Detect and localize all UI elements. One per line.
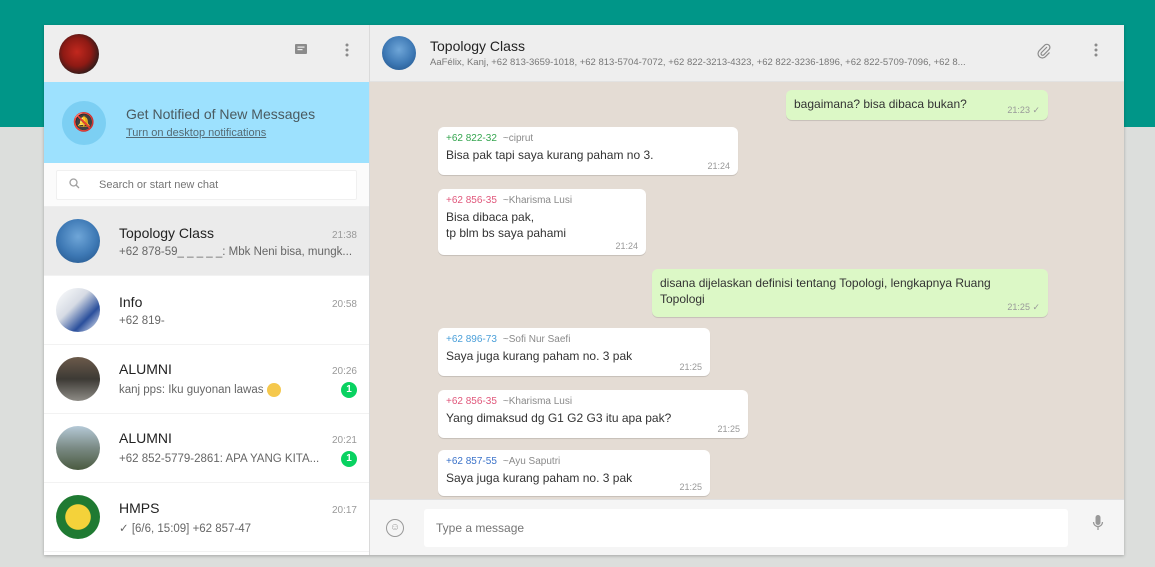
message-time: 21:25: [679, 362, 702, 372]
chat-time: 20:21: [331, 434, 357, 446]
message-bubble-incoming[interactable]: +62 856-35 ~Kharisma Lusi Bisa dibaca pak…: [438, 189, 646, 255]
sender-number: +62 857-55: [446, 456, 497, 467]
chat-name: ALUMNI: [119, 360, 172, 377]
kebab-menu-icon[interactable]: [337, 43, 357, 63]
message-bubble-incoming[interactable]: +62 822-32 ~ciprut Bisa pak tapi saya kur…: [438, 127, 738, 175]
chat-list: Topology Class 21:38 +62 878-59_ _ _ _ _…: [44, 207, 369, 552]
sender-number: +62 856-35: [446, 195, 497, 206]
search-icon: [69, 178, 87, 192]
message-time: 21:25 ✓: [1007, 302, 1040, 312]
list-item[interactable]: ALUMNI 20:26 kanj pps: Iku guyonan lawas…: [44, 345, 369, 414]
chat-preview: ✓ [6/6, 15:09] +62 857-47: [119, 522, 252, 535]
avatar[interactable]: [382, 36, 416, 70]
whatsapp-web-app: 🔕 Get Notified of New Messages Turn on d…: [44, 25, 1124, 555]
message-time: 21:25: [717, 424, 740, 434]
message-text: Saya juga kurang paham no. 3 pak: [446, 471, 633, 485]
message-time: 21:25: [679, 482, 702, 492]
notification-title: Get Notified of New Messages: [126, 106, 316, 122]
member-list: AaFélix, Kanj, +62 813-3659-1018, +62 81…: [430, 57, 966, 68]
chat-time: 21:38: [331, 229, 357, 241]
search-bar: [44, 163, 369, 207]
message-bubble-incoming[interactable]: +62 896-73 ~Sofi Nur Saefi Saya juga kura…: [438, 328, 710, 376]
unread-badge: 1: [341, 450, 357, 467]
avatar: [56, 426, 100, 470]
chat-preview: kanj pps: Iku guyonan lawas: [119, 382, 281, 397]
sidebar-header: [44, 25, 369, 82]
chat-name: Info: [119, 293, 143, 310]
chat-name: ALUMNI: [119, 429, 172, 446]
chat-time: 20:26: [331, 365, 357, 377]
conversation-header[interactable]: Topology Class AaFélix, Kanj, +62 813-36…: [370, 25, 1124, 82]
list-item[interactable]: ALUMNI 20:21 +62 852-5779-2861: APA YANG…: [44, 414, 369, 483]
list-item[interactable]: HMPS 20:17 ✓ [6/6, 15:09] +62 857-47: [44, 483, 369, 552]
unread-badge: 1: [341, 381, 357, 398]
message-input[interactable]: [436, 520, 1068, 535]
notification-link[interactable]: Turn on desktop notifications: [126, 127, 315, 139]
message-bubble-incoming[interactable]: +62 856-35 ~Kharisma Lusi Yang dimaksud d…: [438, 390, 748, 438]
kebab-menu-icon[interactable]: [1086, 43, 1106, 65]
smiley-icon[interactable]: ☺: [386, 518, 404, 537]
message-text: bagaimana? bisa dibaca bukan?: [794, 97, 967, 111]
list-item[interactable]: Topology Class 21:38 +62 878-59_ _ _ _ _…: [44, 207, 369, 276]
sidebar: 🔕 Get Notified of New Messages Turn on d…: [44, 25, 370, 555]
conversation-title: Topology Class: [430, 38, 525, 54]
message-text: Bisa pak tapi saya kurang paham no 3.: [446, 148, 654, 162]
message-text: Yang dimaksud dg G1 G2 G3 itu apa pak?: [446, 411, 672, 425]
chat-icon[interactable]: [291, 43, 311, 63]
sender-name: ~Kharisma Lusi: [502, 396, 573, 407]
grin-emoji-icon: [266, 382, 281, 397]
avatar: [56, 495, 100, 539]
message-area[interactable]: bagaimana? bisa dibaca bukan? 21:23 ✓ +6…: [370, 82, 1124, 499]
chat-preview: +62 819-: [119, 314, 165, 327]
sender-number: +62 822-32: [446, 133, 497, 144]
sender-name: ~Sofi Nur Saefi: [502, 334, 571, 345]
sender-name: ~ciprut: [502, 133, 534, 144]
sender-number: +62 896-73: [446, 334, 497, 345]
message-text: Saya juga kurang paham no. 3 pak: [446, 349, 633, 363]
conversation-pane: Topology Class AaFélix, Kanj, +62 813-36…: [370, 25, 1124, 555]
message-bubble-incoming[interactable]: +62 857-55 ~Ayu Saputri Saya juga kurang …: [438, 450, 710, 496]
chat-preview: +62 878-59_ _ _ _ _: Mbk Neni bisa, mung…: [119, 245, 353, 258]
chat-name: HMPS: [119, 499, 160, 516]
avatar: [56, 219, 100, 263]
search-input[interactable]: [99, 179, 329, 191]
compose-bar: ☺: [370, 499, 1124, 555]
chat-name: Topology Class: [119, 224, 214, 241]
bell-off-icon: 🔕: [62, 100, 106, 145]
paperclip-icon[interactable]: [1034, 43, 1054, 65]
notification-banner[interactable]: 🔕 Get Notified of New Messages Turn on d…: [44, 82, 369, 163]
message-text: Bisa dibaca pak, tp blm bs saya pahami: [446, 210, 567, 240]
avatar: [56, 357, 100, 401]
chat-time: 20:17: [331, 504, 357, 516]
avatar: [56, 288, 100, 332]
chat-preview: +62 852-5779-2861: APA YANG KITA...: [119, 452, 320, 465]
message-time: 21:24: [615, 241, 638, 251]
sender-name: ~Kharisma Lusi: [502, 195, 573, 206]
microphone-icon[interactable]: [1092, 514, 1104, 537]
sender-number: +62 856-35: [446, 396, 497, 407]
avatar[interactable]: [59, 33, 99, 74]
message-bubble-outgoing[interactable]: bagaimana? bisa dibaca bukan? 21:23 ✓: [786, 90, 1048, 120]
list-item[interactable]: Info 20:58 +62 819-: [44, 276, 369, 345]
sender-name: ~Ayu Saputri: [502, 456, 561, 467]
message-bubble-outgoing[interactable]: disana dijelaskan definisi tentang Topol…: [652, 269, 1048, 317]
message-time: 21:24: [707, 161, 730, 171]
message-text: disana dijelaskan definisi tentang Topol…: [660, 276, 991, 306]
chat-time: 20:58: [331, 298, 357, 310]
message-time: 21:23 ✓: [1007, 105, 1040, 115]
